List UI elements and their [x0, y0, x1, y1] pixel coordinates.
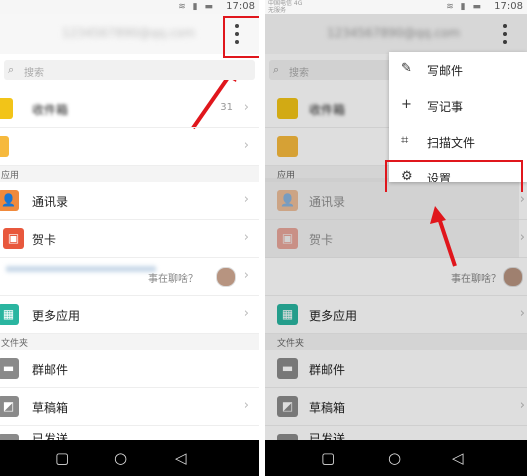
chevron-right-icon: ›: [243, 306, 249, 321]
card-icon: ▣: [3, 228, 24, 249]
more-apps-label: 更多应用: [32, 309, 81, 323]
chevron-right-icon: ›: [243, 192, 249, 207]
inbox-row[interactable]: 收件箱 31 ›: [0, 90, 259, 128]
folder-icon: ▬: [0, 358, 19, 379]
back-icon[interactable]: ◁: [452, 449, 464, 467]
home-icon[interactable]: ○: [114, 449, 127, 467]
inbox-icon: [0, 98, 13, 119]
unread-count: 31: [220, 102, 233, 113]
red-arrow-up: [430, 206, 457, 267]
draft-icon: ◩: [0, 396, 19, 417]
recent-apps-icon[interactable]: ▢: [321, 449, 335, 467]
contacts-label: 通讯录: [32, 195, 69, 209]
star-icon: [0, 136, 9, 157]
app-card-row[interactable]: ▣ 贺卡 ›: [0, 220, 259, 258]
drafts-label: 草稿箱: [32, 401, 69, 415]
back-icon[interactable]: ◁: [175, 449, 187, 467]
app-more-row[interactable]: ▦ 更多应用 ›: [0, 296, 259, 334]
grid-icon: ▦: [0, 304, 19, 325]
app-contacts-row[interactable]: 👤 通讯录 ›: [0, 182, 259, 220]
system-nav-bar: ▢ ○ ◁: [265, 440, 527, 476]
recent-apps-icon[interactable]: ▢: [55, 449, 69, 467]
system-nav-bar: ▢ ○ ◁: [0, 440, 259, 476]
section-apps: 应用: [0, 166, 259, 182]
blurred-text: [6, 266, 156, 272]
chevron-right-icon: ›: [243, 398, 249, 413]
inbox-label: 收件箱: [32, 103, 69, 117]
chevron-right-icon: ›: [243, 230, 249, 245]
chevron-right-icon: ›: [243, 268, 249, 283]
group-mail-label: 群邮件: [32, 363, 69, 377]
folder-group-row[interactable]: ▬ 群邮件: [0, 350, 259, 388]
card-label: 贺卡: [32, 233, 57, 247]
star-row[interactable]: ›: [0, 128, 259, 166]
folder-drafts-row[interactable]: ◩ 草稿箱 ›: [0, 388, 259, 426]
chevron-right-icon: ›: [243, 138, 249, 153]
avatar: [216, 267, 236, 287]
search-bar[interactable]: ⌕ 搜索: [0, 60, 259, 80]
search-placeholder: 搜索: [24, 68, 44, 79]
section-folders: 文件夹: [0, 334, 259, 350]
right-screenshot: 中国电信 4G 无服务 ≋ ▮ ▬ 17:08 1234567890@qq.co…: [265, 0, 527, 476]
promo-text: 事在聊啥？: [148, 274, 198, 285]
promo-row[interactable]: 事在聊啥？ ›: [0, 258, 259, 296]
home-icon[interactable]: ○: [388, 449, 401, 467]
left-screenshot: ≋ ▮ ▬ 17:08 1234567890@qq.com ⌕ 搜索 收件箱 3…: [0, 0, 259, 476]
search-icon: ⌕: [8, 63, 15, 76]
chevron-right-icon: ›: [243, 100, 249, 115]
contacts-icon: 👤: [0, 190, 19, 211]
